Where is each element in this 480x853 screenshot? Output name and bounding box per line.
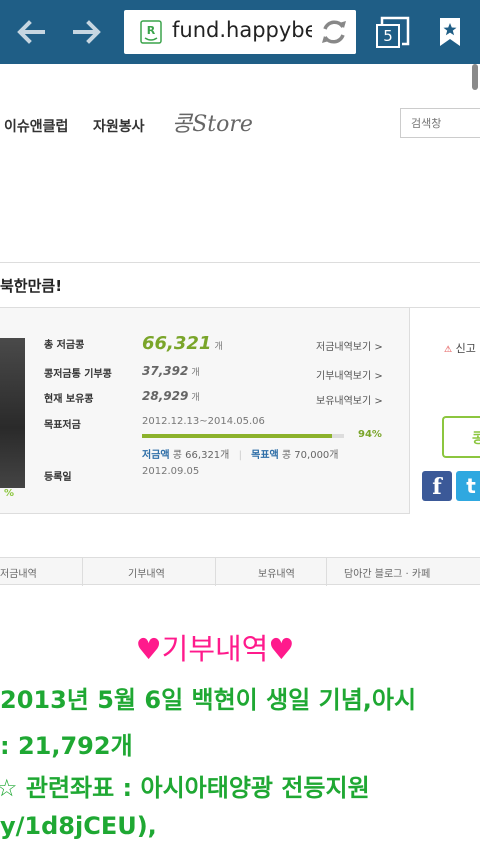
- fund-title: 북한만큼!: [0, 277, 63, 295]
- stat-label-registered: 등록일: [44, 472, 72, 483]
- stat-label-goal: 목표저금: [44, 420, 81, 431]
- stat-value-holding: 28,929 개: [142, 389, 200, 403]
- report-label: 신고: [455, 342, 476, 355]
- nav-item-volunteer[interactable]: 자원봉사: [93, 116, 145, 136]
- goal-amount-value: 콩 70,000개: [281, 450, 339, 461]
- fund-title-bar: 북한만큼!: [0, 262, 480, 308]
- bookmark-button[interactable]: [428, 10, 472, 54]
- donation-line: y/1d8jCEU),: [0, 812, 157, 840]
- goal-amounts: 저금액 콩 66,321개 | 목표액 콩 70,000개: [142, 450, 339, 461]
- refresh-button[interactable]: [312, 10, 356, 54]
- tab-savings-history[interactable]: 저금내역: [0, 565, 37, 580]
- report-button[interactable]: ⚠ 신고: [444, 340, 476, 356]
- goal-progress-percent: 94%: [358, 429, 382, 440]
- goal-progress-fill: [142, 434, 332, 438]
- alert-icon: ⚠: [444, 345, 453, 355]
- nav-item-store[interactable]: 콩Store: [172, 106, 253, 138]
- refresh-icon: [322, 20, 346, 44]
- back-button[interactable]: [8, 10, 52, 54]
- donation-line: ☆ 관련좌표 : 아시아태양광 전등지원: [0, 774, 370, 802]
- tab-blog-cafe[interactable]: 담아간 블로그 · 카페: [344, 565, 430, 580]
- arrow-right-icon: [73, 20, 101, 44]
- site-favicon-icon: R: [140, 20, 162, 44]
- saved-amount-value: 콩 66,321개: [172, 450, 230, 461]
- stat-label-total: 총 저금콩: [44, 340, 85, 351]
- deposit-button-label: 콩: [472, 431, 480, 447]
- nav-item-issue-club[interactable]: 이슈앤클럽: [4, 116, 68, 136]
- goal-period: 2012.12.13~2014.05.06: [142, 416, 265, 427]
- scrollbar-thumb[interactable]: [472, 64, 478, 90]
- svg-text:R: R: [147, 24, 156, 37]
- donation-heading: ♥기부내역♥: [135, 632, 295, 666]
- search-box[interactable]: [400, 108, 480, 138]
- forward-button[interactable]: [66, 10, 110, 54]
- browser-toolbar: R fund.happybea 5: [0, 0, 480, 64]
- tab-donation-history[interactable]: 기부내역: [128, 565, 165, 580]
- stat-label-holding: 현재 보유콩: [44, 394, 94, 405]
- fund-photo: %: [0, 338, 25, 499]
- search-input[interactable]: [401, 109, 480, 137]
- goal-amount-label: 목표액: [251, 450, 279, 461]
- twitter-share-icon[interactable]: t: [456, 471, 480, 501]
- fund-subtabs: 저금내역 기부내역 보유내역 담아간 블로그 · 카페: [0, 557, 480, 586]
- link-savings-history[interactable]: 저금내역보기 >: [316, 338, 383, 353]
- registered-date: 2012.09.05: [142, 466, 200, 477]
- saved-amount-label: 저금액: [142, 450, 170, 461]
- link-holding-history[interactable]: 보유내역보기 >: [316, 392, 383, 407]
- address-bar[interactable]: R fund.happybea: [124, 10, 356, 54]
- facebook-share-icon[interactable]: f: [422, 471, 452, 501]
- stat-value-total: 66,321 개: [142, 333, 223, 354]
- link-donation-history[interactable]: 기부내역보기 >: [316, 367, 383, 382]
- url-text: fund.happybea: [172, 18, 331, 42]
- deposit-button[interactable]: 콩: [442, 416, 480, 458]
- donation-line: 2013년 5월 6일 백현이 생일 기념,아시: [0, 686, 417, 714]
- tab-holding-history[interactable]: 보유내역: [258, 565, 295, 580]
- stat-label-donated: 콩저금통 기부콩: [44, 369, 112, 380]
- goal-progress-bar: [142, 434, 344, 438]
- tab-count: 5: [376, 24, 400, 48]
- photo-percent-label: %: [4, 488, 15, 499]
- stat-value-donated: 37,392 개: [142, 364, 200, 378]
- bookmark-star-icon: [440, 18, 460, 46]
- donation-line: : 21,792개: [0, 732, 133, 760]
- tabs-button[interactable]: 5: [368, 10, 416, 54]
- arrow-left-icon: [17, 20, 45, 44]
